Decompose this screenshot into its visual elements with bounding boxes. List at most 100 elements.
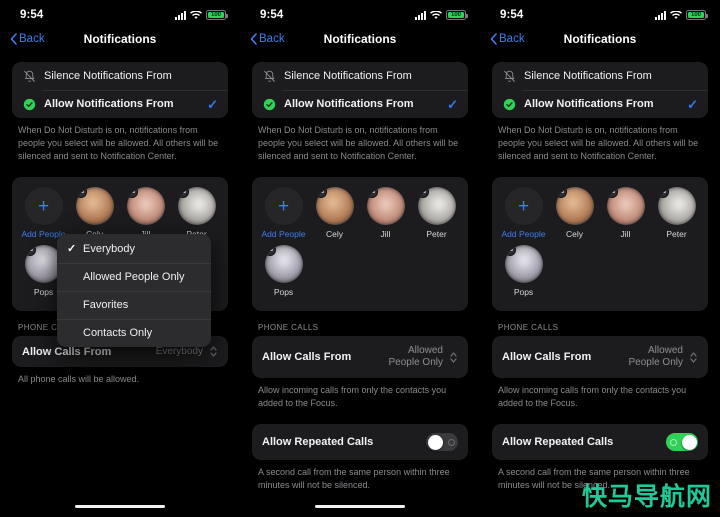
cellular-signal-icon <box>655 10 666 20</box>
back-button[interactable]: Back <box>490 33 525 45</box>
repeated-calls-toggle[interactable] <box>426 433 458 452</box>
notifications-footnote: When Do Not Disturb is on, notifications… <box>18 125 219 162</box>
repeated-calls-card: Allow Repeated Calls <box>252 424 468 461</box>
checkmark-icon: ✓ <box>207 96 218 112</box>
minus-badge-icon[interactable] <box>606 187 618 199</box>
add-people-button[interactable]: + Add People <box>18 187 69 239</box>
person-item[interactable]: Jill <box>600 187 651 239</box>
person-item[interactable]: Cely <box>69 187 120 239</box>
minus-badge-icon[interactable] <box>417 187 429 199</box>
up-down-chevron-icon[interactable] <box>449 351 458 364</box>
add-people-button[interactable]: + Add People <box>258 187 309 239</box>
row-label: Allow Notifications From <box>44 98 174 110</box>
allow-calls-row[interactable]: Allow Calls From Allowed People Only <box>252 336 468 378</box>
repeated-calls-footnote: A second call from the same person withi… <box>258 467 450 491</box>
row-silence-notifications[interactable]: Silence Notifications From <box>252 62 468 90</box>
minus-badge-icon[interactable] <box>657 187 669 199</box>
battery-icon: 100 <box>446 10 468 20</box>
status-clock: 9:54 <box>20 9 44 21</box>
avatar <box>75 187 114 226</box>
minus-badge-icon[interactable] <box>126 187 138 199</box>
checkmark-icon: ✓ <box>67 243 77 255</box>
avatar <box>417 187 456 226</box>
repeated-calls-row[interactable]: Allow Repeated Calls <box>252 424 468 460</box>
watermark: 快马导航网 <box>581 482 712 511</box>
minus-badge-icon[interactable] <box>177 187 189 199</box>
person-item[interactable]: Cely <box>549 187 600 239</box>
minus-badge-icon[interactable] <box>366 187 378 199</box>
status-icons: 100 <box>655 10 708 20</box>
wifi-icon <box>670 10 682 20</box>
people-card: + Add People Cely Jill Peter <box>252 177 468 312</box>
menu-item-label: Favorites <box>83 299 129 311</box>
checkmark-seal-icon <box>502 97 516 111</box>
cellular-signal-icon <box>175 10 186 20</box>
minus-badge-icon[interactable] <box>555 187 567 199</box>
row-label: Silence Notifications From <box>44 70 172 82</box>
row-allow-notifications[interactable]: Allow Notifications From ✓ <box>492 90 708 118</box>
row-allow-notifications[interactable]: Allow Notifications From ✓ <box>252 90 468 118</box>
minus-badge-icon[interactable] <box>75 187 87 199</box>
up-down-chevron-icon[interactable] <box>689 351 698 364</box>
notification-source-card: Silence Notifications From Allow Notific… <box>12 62 228 118</box>
status-bar: 9:54 100 <box>480 0 720 26</box>
minus-badge-icon[interactable] <box>315 187 327 199</box>
back-button[interactable]: Back <box>250 33 285 45</box>
avatar <box>606 187 645 226</box>
row-label: Allow Notifications From <box>284 98 414 110</box>
person-item[interactable]: Jill <box>360 187 411 239</box>
person-item[interactable]: Peter <box>651 187 702 239</box>
person-name: Jill <box>380 229 391 240</box>
avatar: + <box>264 187 303 226</box>
menu-item-favorites[interactable]: Favorites <box>57 291 211 319</box>
cellular-signal-icon <box>415 10 426 20</box>
row-label: Silence Notifications From <box>284 70 412 82</box>
up-down-chevron-icon[interactable] <box>209 345 218 358</box>
chevron-left-icon <box>10 33 17 45</box>
person-item[interactable]: Peter <box>411 187 462 239</box>
person-item[interactable]: Pops <box>258 245 309 297</box>
menu-item-allowed-people-only[interactable]: Allowed People Only <box>57 263 211 291</box>
back-label: Back <box>499 33 525 45</box>
chevron-left-icon <box>490 33 497 45</box>
person-item[interactable]: Pops <box>498 245 549 297</box>
section-header-phone-calls: PHONE CALLS <box>258 323 319 333</box>
person-item[interactable]: Cely <box>309 187 360 239</box>
bell-slash-icon <box>262 69 276 83</box>
people-grid: + Add People Cely Jill Peter <box>258 187 462 303</box>
allow-calls-footnote: All phone calls will be allowed. <box>18 374 140 385</box>
calls-from-context-menu[interactable]: ✓ Everybody Allowed People Only Favorite… <box>57 234 211 347</box>
add-people-button[interactable]: + Add People <box>498 187 549 239</box>
minus-badge-icon[interactable] <box>264 245 276 257</box>
allow-calls-card[interactable]: Allow Calls From Allowed People Only <box>492 336 708 379</box>
allow-calls-row[interactable]: Allow Calls From Allowed People Only <box>492 336 708 378</box>
back-button[interactable]: Back <box>10 33 45 45</box>
people-card: + Add People Cely Jill Peter <box>492 177 708 312</box>
row-silence-notifications[interactable]: Silence Notifications From <box>12 62 228 90</box>
person-name: Peter <box>666 229 687 240</box>
plus-icon: + <box>517 195 530 217</box>
bell-slash-icon <box>502 69 516 83</box>
back-label: Back <box>19 33 45 45</box>
wifi-icon <box>190 10 202 20</box>
minus-badge-icon[interactable] <box>504 245 516 257</box>
phone-screen-2: 9:54 100 Back Notifications Silence Noti… <box>240 0 480 517</box>
person-item[interactable]: Peter <box>171 187 222 239</box>
allow-calls-value: Allowed People Only <box>388 345 443 369</box>
settings-content: Silence Notifications From Allow Notific… <box>480 52 720 492</box>
back-label: Back <box>259 33 285 45</box>
person-name: Pops <box>513 287 534 298</box>
repeated-calls-row[interactable]: Allow Repeated Calls <box>492 424 708 460</box>
person-name: Add People <box>261 229 306 240</box>
row-allow-notifications[interactable]: Allow Notifications From ✓ <box>12 90 228 118</box>
repeated-calls-toggle[interactable] <box>666 433 698 452</box>
minus-badge-icon[interactable] <box>24 245 36 257</box>
menu-item-contacts-only[interactable]: Contacts Only <box>57 319 211 347</box>
row-silence-notifications[interactable]: Silence Notifications From <box>492 62 708 90</box>
notifications-footnote: When Do Not Disturb is on, notifications… <box>258 125 459 162</box>
person-item[interactable]: Jill <box>120 187 171 239</box>
allow-calls-card[interactable]: Allow Calls From Allowed People Only <box>252 336 468 379</box>
row-label: Allow Notifications From <box>524 98 654 110</box>
avatar: + <box>504 187 543 226</box>
menu-item-everybody[interactable]: ✓ Everybody <box>57 234 211 263</box>
